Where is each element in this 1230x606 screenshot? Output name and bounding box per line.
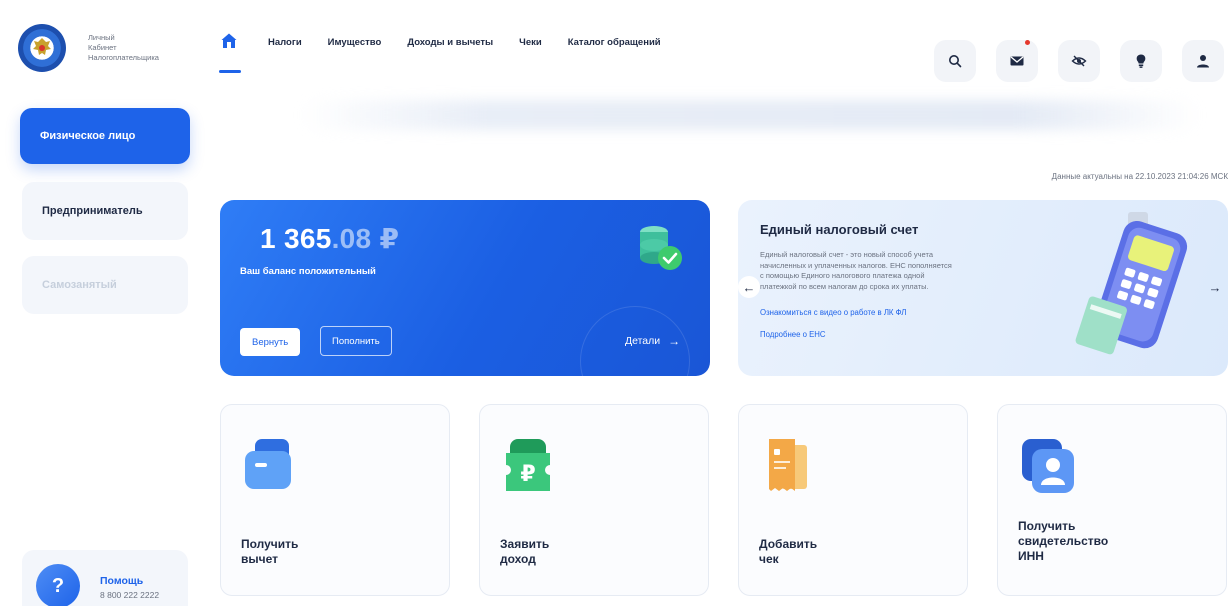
messages-button[interactable] bbox=[996, 40, 1038, 82]
home-icon bbox=[221, 33, 237, 48]
profile-button[interactable] bbox=[1182, 40, 1224, 82]
carousel-prev-arrow-icon[interactable]: ← bbox=[738, 276, 760, 298]
payment-terminal-illustration bbox=[1075, 212, 1188, 355]
ens-video-link[interactable]: видео о работе в ЛК ФЛ bbox=[820, 308, 907, 317]
nav-property[interactable]: Имущество bbox=[328, 30, 382, 48]
logo[interactable]: Личный Кабинет Налогоплательщика bbox=[18, 20, 188, 76]
home-nav-item[interactable] bbox=[219, 32, 241, 73]
help-phone[interactable]: 8 800 222 2222 bbox=[100, 590, 159, 600]
tile-add-receipt[interactable]: Добавить чек bbox=[738, 404, 968, 596]
balance-amount: 1 365.08 ₽ bbox=[260, 222, 399, 255]
wallet-icon bbox=[245, 439, 291, 489]
ens-description: Единый налоговый счет - это новый способ… bbox=[760, 250, 952, 291]
tile-label: Получить вычет bbox=[241, 537, 299, 566]
ens-video-link-line: Ознакомиться с видео о работе в ЛК ФЛ bbox=[760, 308, 906, 317]
ens-link-prefix: Ознакомиться с bbox=[760, 308, 818, 317]
svg-text:₽: ₽ bbox=[520, 462, 535, 487]
tile-get-inn-certificate[interactable]: Получить свидетельство ИНН bbox=[997, 404, 1227, 596]
fns-emblem-icon bbox=[18, 24, 66, 72]
eye-off-icon bbox=[1071, 55, 1087, 67]
topup-button[interactable]: Пополнить bbox=[320, 326, 392, 356]
tile-label: Добавить чек bbox=[759, 537, 818, 566]
ens-more-link[interactable]: Подробнее о ЕНС bbox=[760, 330, 826, 339]
data-updated-timestamp: Данные актуальны на 22.10.2023 21:04:26 … bbox=[1051, 172, 1228, 181]
search-button[interactable] bbox=[934, 40, 976, 82]
id-card-icon bbox=[1022, 439, 1074, 493]
sidebar-tab-entrepreneur[interactable]: Предприниматель bbox=[22, 182, 188, 240]
sidebar-tab-individual[interactable]: Физическое лицо bbox=[20, 108, 190, 164]
search-icon bbox=[949, 55, 962, 68]
arrow-right-icon: → bbox=[668, 334, 681, 348]
nav-appeals-catalog[interactable]: Каталог обращений bbox=[568, 30, 661, 48]
nav-taxes[interactable]: Налоги bbox=[268, 30, 302, 48]
balance-status: Ваш баланс положительный bbox=[240, 266, 376, 277]
tile-label: Заявить доход bbox=[500, 537, 550, 566]
header-actions bbox=[934, 40, 1230, 82]
coin-stack-check-icon bbox=[640, 226, 682, 270]
details-label: Детали bbox=[625, 335, 661, 347]
return-button[interactable]: Вернуть bbox=[240, 328, 301, 356]
help-block[interactable]: ? Помощь 8 800 222 2222 bbox=[22, 550, 188, 606]
hide-balance-button[interactable] bbox=[1058, 40, 1100, 82]
tile-get-deduction[interactable]: Получить вычет bbox=[220, 404, 450, 596]
logo-text: Личный Кабинет Налогоплательщика bbox=[88, 33, 159, 62]
nav-receipts[interactable]: Чеки bbox=[519, 30, 542, 48]
details-link[interactable]: Детали → bbox=[625, 334, 680, 348]
balance-card: 1 365.08 ₽ Ваш баланс положительный Верн… bbox=[220, 200, 710, 376]
nav-income-deductions[interactable]: Доходы и вычеты bbox=[407, 30, 493, 48]
tips-button[interactable] bbox=[1120, 40, 1162, 82]
ens-promo-card: Единый налоговый счет Единый налоговый с… bbox=[738, 200, 1228, 376]
tile-label: Получить свидетельство ИНН bbox=[1018, 519, 1109, 563]
sidebar-tab-self-employed[interactable]: Самозанятый bbox=[22, 256, 188, 314]
mail-icon bbox=[1010, 56, 1024, 66]
bulb-icon bbox=[1136, 54, 1146, 68]
balance-amount-integer: 1 365 bbox=[260, 223, 332, 254]
user-icon bbox=[1197, 55, 1209, 68]
help-title: Помощь bbox=[100, 575, 144, 587]
receipt-icon bbox=[769, 439, 807, 491]
tile-declare-income[interactable]: ₽ Заявить доход bbox=[479, 404, 709, 596]
balance-amount-decimal: .08 ₽ bbox=[331, 223, 400, 254]
ruble-ticket-icon: ₽ bbox=[506, 439, 550, 491]
active-nav-underline bbox=[219, 70, 241, 73]
top-nav: Налоги Имущество Доходы и вычеты Чеки Ка… bbox=[219, 30, 687, 76]
help-question-icon: ? bbox=[36, 564, 80, 606]
decorative-blur-band bbox=[300, 100, 1200, 130]
ens-title: Единый налоговый счет bbox=[760, 222, 919, 237]
notification-dot bbox=[1025, 40, 1030, 45]
